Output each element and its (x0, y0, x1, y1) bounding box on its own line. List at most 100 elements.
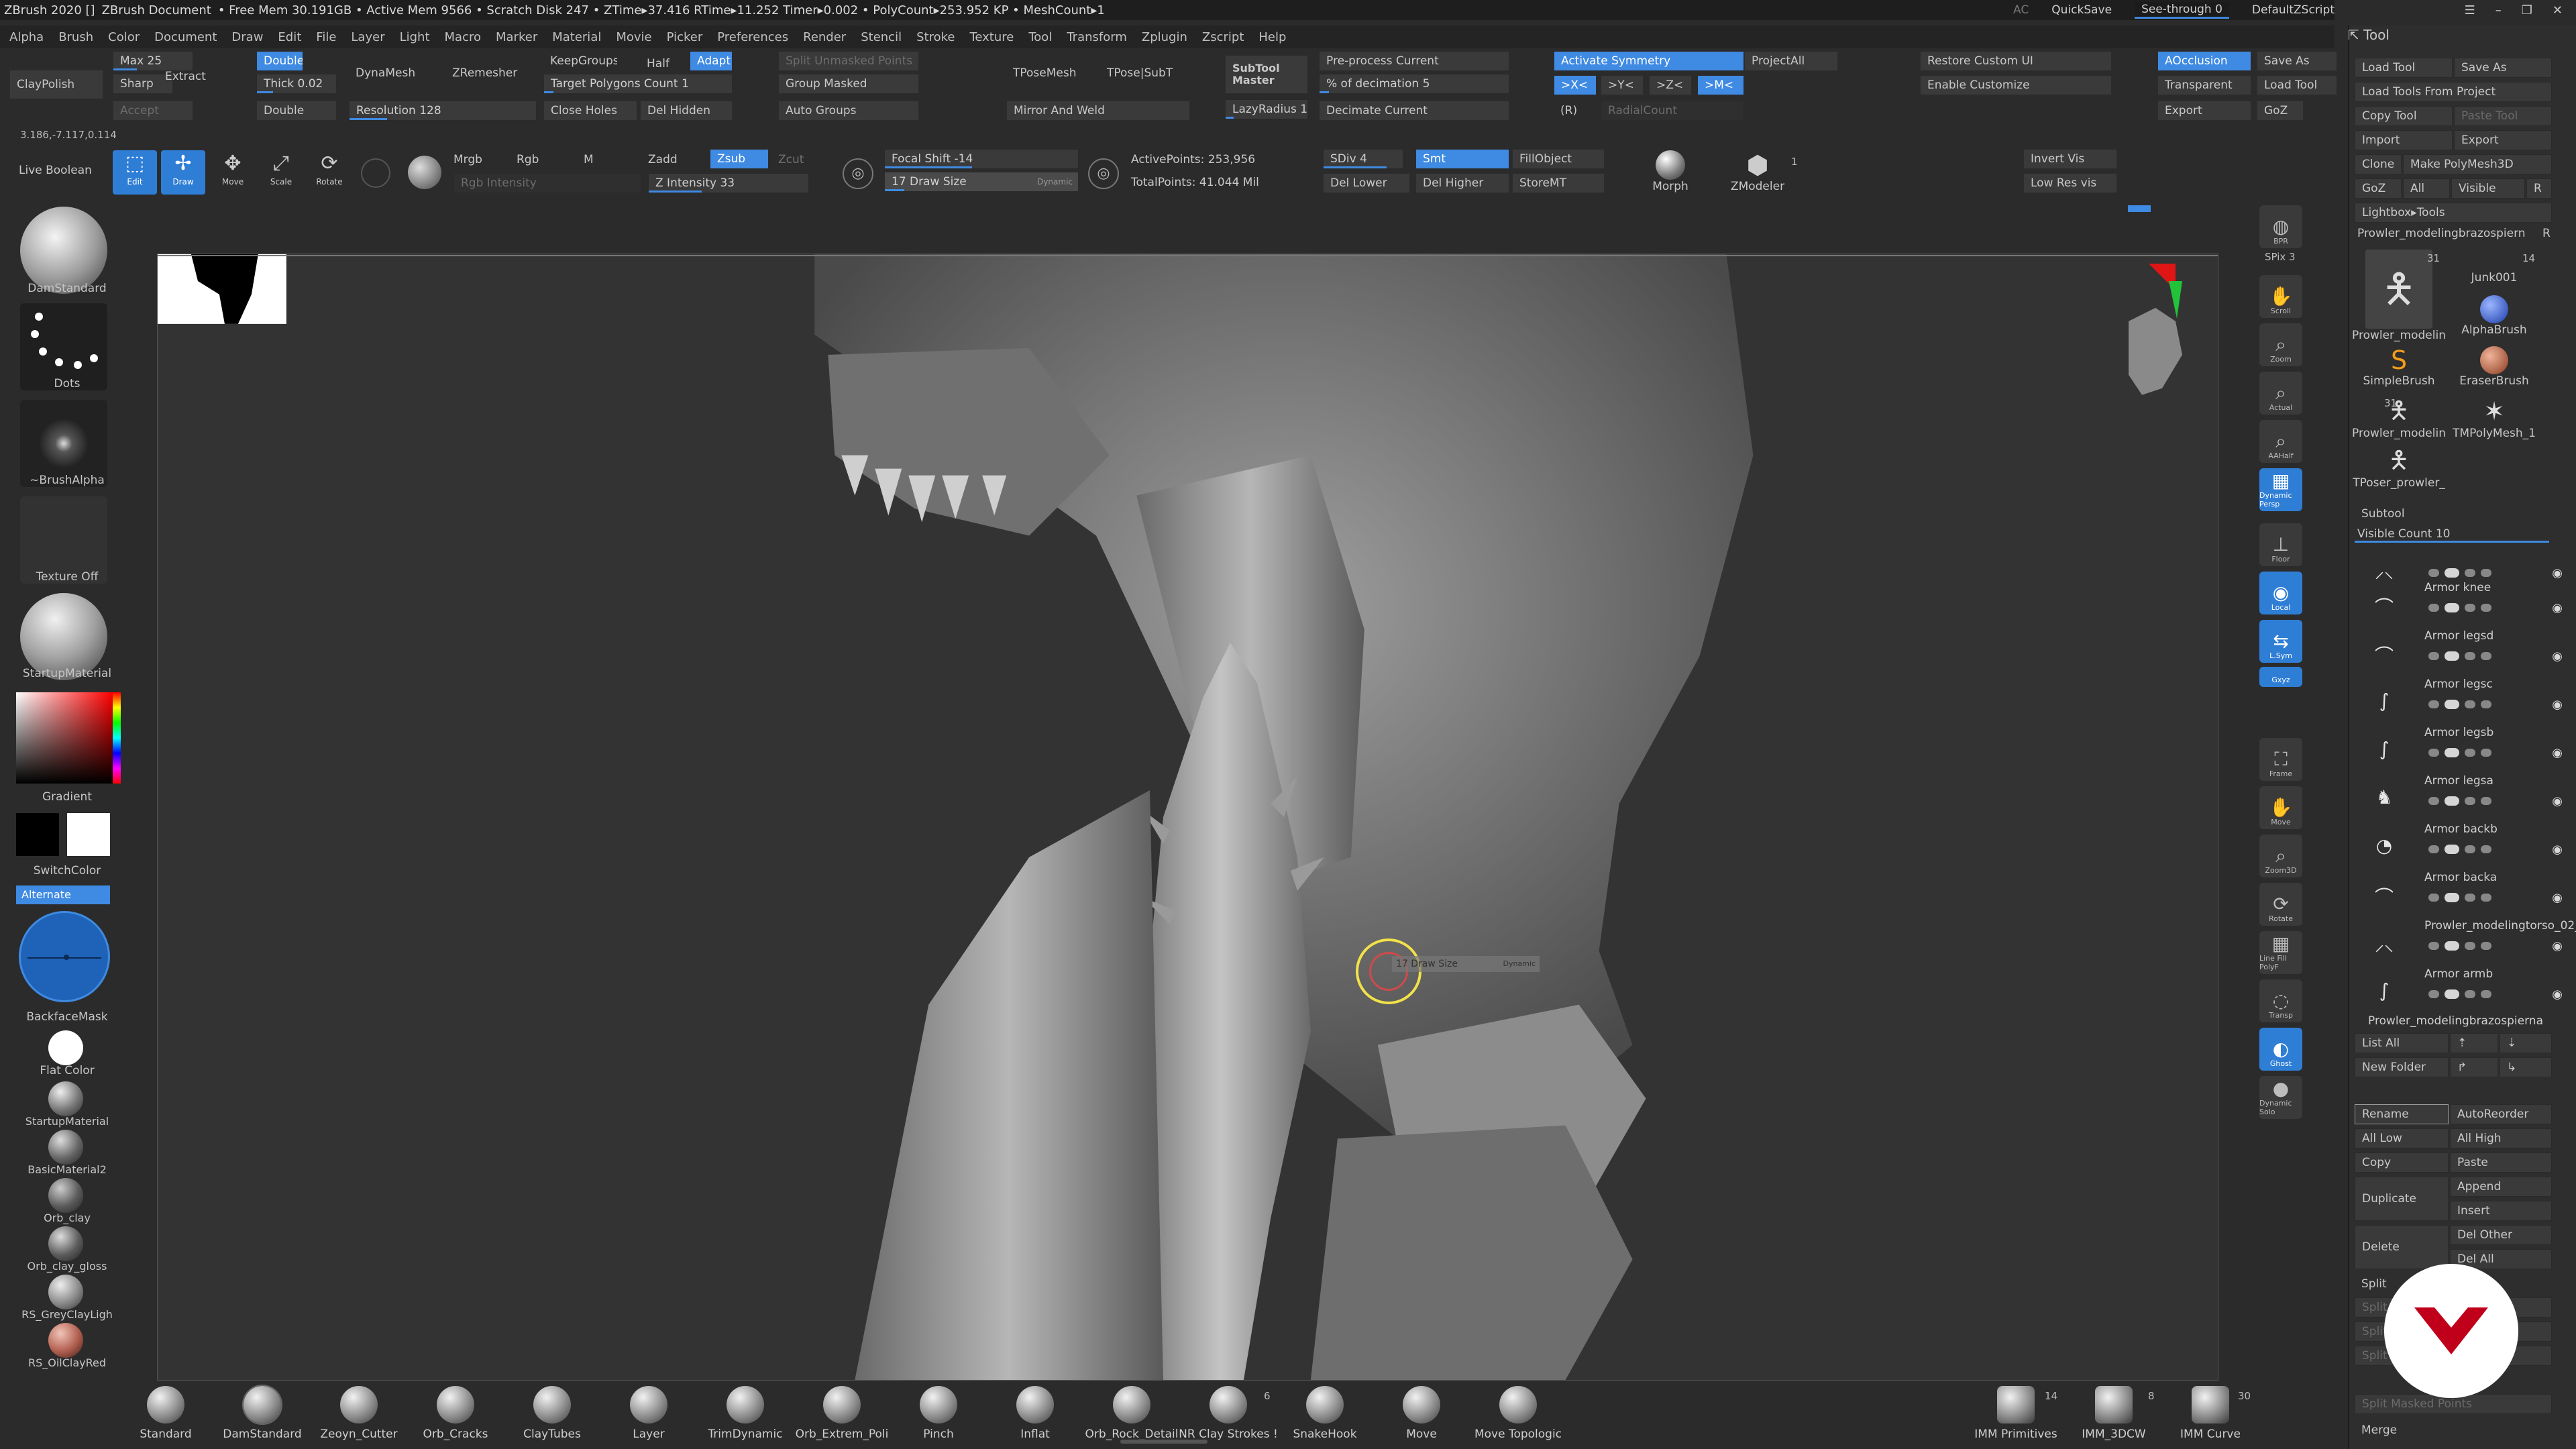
polyf-button[interactable]: ▦ Line Fill PolyF (2259, 931, 2302, 974)
menu-icon[interactable]: ☰ (2465, 3, 2475, 17)
move-down-button[interactable]: ⇣ (2500, 1033, 2552, 1053)
eye-icon[interactable]: ◉ (2552, 794, 2563, 808)
menu-alpha[interactable]: Alpha (9, 30, 44, 44)
symmetry-x-toggle[interactable]: >X< (1554, 75, 1597, 95)
tool-thumb-alphabrush[interactable]: AlphaBrush (2447, 295, 2541, 337)
tool-thumb-eraserbrush[interactable]: EraserBrush (2447, 346, 2541, 388)
frame-button[interactable]: ⛶ Frame (2259, 738, 2302, 781)
gxyz-button[interactable]: Gxyz (2259, 667, 2302, 687)
switchcolor-button[interactable]: SwitchColor (0, 864, 134, 877)
menu-document[interactable]: Document (154, 30, 217, 44)
rotate-view-button[interactable]: ⟳ Rotate (2259, 883, 2302, 926)
current-tool-r[interactable]: R (2542, 227, 2551, 240)
load-tool-button[interactable]: Load Tool (2355, 58, 2453, 78)
paste-button[interactable]: Paste (2450, 1152, 2552, 1173)
eye-icon[interactable]: ◉ (2552, 746, 2563, 760)
auto-groups-button[interactable]: Auto Groups (778, 101, 919, 121)
move-up-button[interactable]: ⇡ (2450, 1033, 2498, 1053)
copy-button[interactable]: Copy (2355, 1152, 2449, 1173)
eye-icon[interactable]: ◉ (2552, 939, 2563, 953)
subtool-row[interactable]: Prowler_modelingbrazospierna (2355, 1008, 2569, 1034)
lsym-button[interactable]: ⇆ L.Sym (2259, 620, 2302, 663)
quicksave-button[interactable]: QuickSave (2051, 3, 2112, 17)
subtool-row[interactable]: ∫ Armor armb ◉ (2355, 965, 2569, 1012)
goz-r-button[interactable]: R (2526, 178, 2552, 199)
resolution-slider[interactable]: Resolution 128 (349, 101, 537, 121)
sphere-icon[interactable] (408, 156, 441, 189)
export-button[interactable]: Export (2157, 101, 2251, 121)
duplicate-button[interactable]: Duplicate (2355, 1177, 2449, 1221)
eye-icon[interactable]: ◉ (2552, 698, 2563, 712)
menu-brush[interactable]: Brush (58, 30, 93, 44)
brush-orb-rock-detail[interactable]: Orb_Rock_Detail (1081, 1382, 1182, 1449)
zmodeler-button[interactable]: ⬢ ZModeler (1724, 150, 1791, 193)
ghost-button[interactable]: ◐ Ghost (2259, 1028, 2302, 1071)
symmetry-m-toggle[interactable]: >M< (1697, 75, 1744, 95)
brush-pinch[interactable]: Pinch (888, 1382, 989, 1449)
focal-shift-icon[interactable]: ◎ (843, 158, 873, 189)
local-button[interactable]: ◉ Local (2259, 572, 2302, 614)
brush-move-topologic[interactable]: Move Topologic (1468, 1382, 1568, 1449)
goz-button[interactable]: GoZ (2355, 178, 2402, 199)
low-res-vis-button[interactable]: Low Res vis (2023, 173, 2117, 193)
del-higher-button[interactable]: Del Higher (1415, 173, 1509, 193)
zremesher-button[interactable]: ZRemesher (445, 63, 533, 83)
dynamic-toggle[interactable]: Dynamic (1037, 177, 1073, 186)
thick-slider[interactable]: Thick 0.02 (256, 74, 337, 94)
save-as-button[interactable]: Save As (2454, 58, 2552, 78)
close-holes-button[interactable]: Close Holes (543, 101, 637, 121)
lightbox-tools-button[interactable]: Lightbox▸Tools (2355, 203, 2552, 223)
subtool-row[interactable]: ∫ Armor legsb ◉ (2355, 723, 2569, 770)
spix-slider[interactable]: SPix 3 (2265, 251, 2296, 263)
menu-stroke[interactable]: Stroke (916, 30, 955, 44)
rotate-mode-button[interactable]: ⟳ Rotate (307, 150, 352, 195)
alternate-toggle[interactable]: Alternate (16, 885, 110, 904)
new-folder-button[interactable]: New Folder (2355, 1057, 2449, 1077)
copy-tool-button[interactable]: Copy Tool (2355, 106, 2453, 126)
brush-zeoyn-cutter[interactable]: Zeoyn_Cutter (309, 1382, 409, 1449)
aahalf-button[interactable]: ⌕ AAHalf (2259, 420, 2302, 463)
del-other-button[interactable]: Del Other (2450, 1225, 2552, 1245)
project-all-button[interactable]: ProjectAll (1744, 51, 1838, 71)
menu-file[interactable]: File (316, 30, 336, 44)
see-through-slider[interactable]: See-through 0 (2135, 1, 2229, 19)
eye-icon[interactable]: ◉ (2552, 987, 2563, 1002)
tool-thumb-tmpolymesh[interactable]: ✶ TMPolyMesh_1 (2447, 396, 2541, 440)
zsub-toggle[interactable]: Zsub (710, 149, 769, 169)
menu-edit[interactable]: Edit (278, 30, 301, 44)
menu-color[interactable]: Color (108, 30, 140, 44)
split-unmasked-button[interactable]: Split Unmasked Points (778, 51, 919, 71)
group-masked-button[interactable]: Group Masked (778, 74, 919, 94)
subtool-row[interactable]: ⌒ Armor knee ◉ (2355, 578, 2569, 625)
eye-icon[interactable]: ◉ (2552, 649, 2563, 663)
sculpt-model[interactable] (158, 254, 2218, 1380)
move-mode-button[interactable]: ✥ Move (211, 150, 255, 195)
eye-icon[interactable]: ◉ (2552, 601, 2563, 615)
restore-custom-ui-button[interactable]: Restore Custom UI (1920, 51, 2112, 71)
preprocess-current-button[interactable]: Pre-process Current (1319, 51, 1509, 71)
menu-zplugin[interactable]: Zplugin (1142, 30, 1187, 44)
tool-thumb-junk001[interactable]: Junk001 (2447, 271, 2541, 284)
subtool-row[interactable]: ◔ Armor backb ◉ (2355, 820, 2569, 867)
del-hidden-button[interactable]: Del Hidden (640, 101, 733, 121)
subtool-row[interactable]: ⌒ Armor backa ◉ (2355, 868, 2569, 915)
material-ball-greyclay[interactable] (48, 1275, 83, 1309)
brush-orb-extrem-poli[interactable]: Orb_Extrem_Poli (792, 1382, 892, 1449)
half-button[interactable]: Half (640, 54, 680, 74)
double-toggle-2[interactable]: Double (256, 101, 337, 121)
enable-customize-button[interactable]: Enable Customize (1920, 75, 2112, 95)
script-label[interactable]: DefaultZScript (2252, 3, 2334, 17)
claypolish-button[interactable]: ClayPolish (9, 70, 103, 99)
primary-color[interactable] (67, 813, 110, 856)
mrgb-toggle[interactable]: Mrgb (453, 153, 482, 166)
target-polygons-slider[interactable]: Target Polygons Count 1 (543, 74, 733, 94)
split-header[interactable]: Split (2361, 1277, 2387, 1291)
ac-label[interactable]: AC (2013, 3, 2029, 17)
current-tool-name[interactable]: Prowler_modelingbrazospiern (2357, 227, 2532, 240)
symmetry-z-toggle[interactable]: >Z< (1649, 75, 1692, 95)
menu-material[interactable]: Material (552, 30, 601, 44)
brush-move[interactable]: Move (1371, 1382, 1472, 1449)
radial-count-slider[interactable]: RadialCount (1601, 101, 1744, 121)
draw-size-icon[interactable]: ◎ (1088, 158, 1119, 189)
menu-light[interactable]: Light (400, 30, 430, 44)
